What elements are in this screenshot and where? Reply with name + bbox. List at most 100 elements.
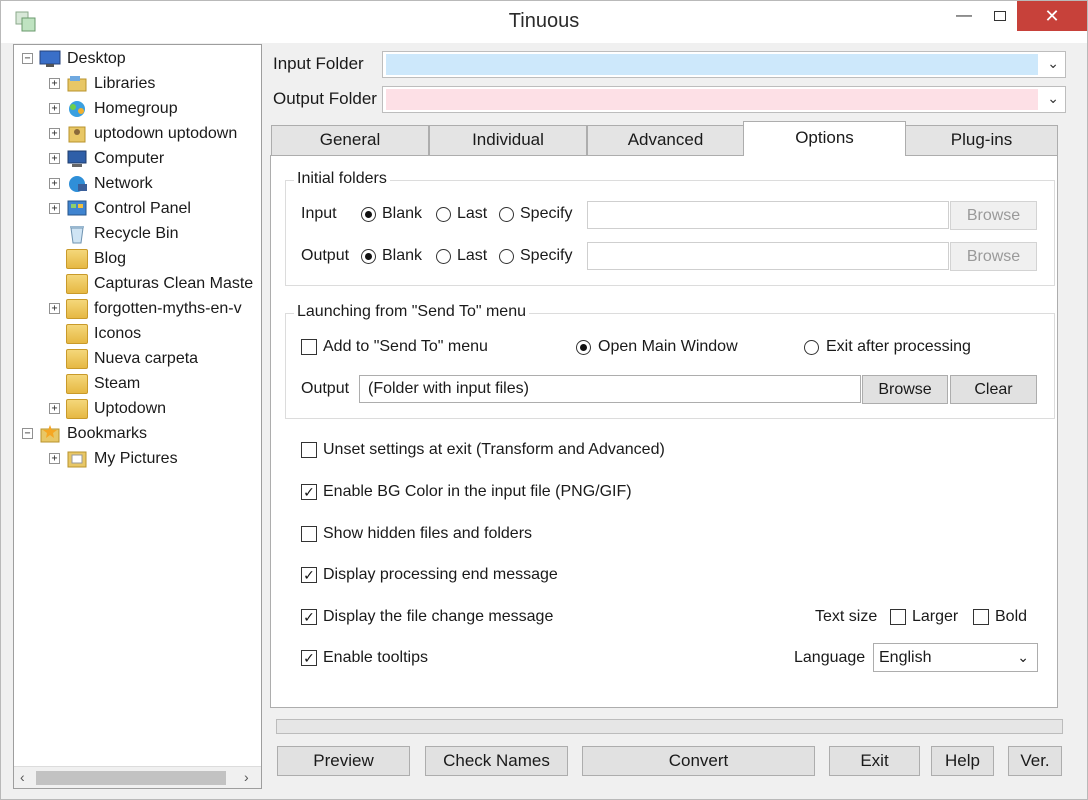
scroll-left-icon[interactable]: ‹ — [20, 769, 25, 785]
pictures-folder-icon — [67, 451, 87, 467]
convert-button[interactable]: Convert — [582, 746, 815, 776]
enable-bg-color-checkbox[interactable]: ✓ — [301, 484, 317, 500]
homegroup-icon — [69, 100, 85, 117]
send-to-browse-button[interactable]: Browse — [862, 375, 948, 404]
tree-item-steam[interactable]: Steam — [49, 371, 140, 396]
input-folder-combo[interactable]: ⌄ — [382, 51, 1066, 78]
tree-item-nueva-carpeta[interactable]: Nueva carpeta — [49, 346, 198, 371]
tree-item-uptodown[interactable]: + Uptodown — [49, 396, 166, 421]
collapse-icon[interactable]: − — [22, 53, 33, 64]
initial-input-path-field[interactable] — [587, 201, 949, 229]
folder-icon — [66, 298, 88, 319]
chevron-down-icon: ⌄ — [1017, 649, 1029, 665]
collapse-icon[interactable]: − — [22, 428, 33, 439]
radio-label: Blank — [382, 247, 423, 264]
initial-output-browse-button[interactable]: Browse — [950, 242, 1037, 271]
expand-icon[interactable]: + — [49, 103, 60, 114]
tree-item-my-pictures[interactable]: + My Pictures — [49, 446, 178, 471]
tree-item-recycle-bin[interactable]: Recycle Bin — [49, 221, 178, 246]
show-hidden-files-checkbox[interactable] — [301, 526, 317, 542]
tab-plug-ins[interactable]: Plug-ins — [905, 125, 1058, 155]
initial-output-blank-radio[interactable] — [361, 249, 376, 264]
tree-item-uptodown-user[interactable]: + uptodown uptodown — [49, 121, 237, 146]
initial-output-last-radio[interactable] — [436, 249, 451, 264]
help-button[interactable]: Help — [931, 746, 994, 776]
send-to-output-field[interactable]: (Folder with input files) — [359, 375, 861, 403]
exit-after-processing-radio[interactable] — [804, 340, 819, 355]
open-main-window-radio[interactable] — [576, 340, 591, 355]
tab-general[interactable]: General — [271, 125, 429, 155]
tree-item-homegroup[interactable]: + Homegroup — [49, 96, 178, 121]
initial-input-browse-button[interactable]: Browse — [950, 201, 1037, 230]
tab-options[interactable]: Options — [743, 121, 906, 156]
expand-icon[interactable]: + — [49, 178, 60, 189]
title-bar: Tinuous — ✕ — [1, 1, 1087, 43]
folder-tree[interactable]: − Desktop + Libraries + Homegroup + upto… — [13, 44, 262, 789]
unset-settings-checkbox[interactable] — [301, 442, 317, 458]
scrollbar-thumb[interactable] — [36, 771, 226, 785]
exit-button[interactable]: Exit — [829, 746, 920, 776]
add-send-to-checkbox[interactable] — [301, 339, 317, 355]
tree-item-forgotten-myths[interactable]: + forgotten-myths-en-v — [49, 296, 242, 321]
language-label: Language — [794, 649, 866, 666]
close-button[interactable]: ✕ — [1017, 1, 1087, 31]
expand-icon[interactable]: + — [49, 303, 60, 314]
radio-label: Specify — [520, 247, 573, 264]
output-folder-combo[interactable]: ⌄ — [382, 86, 1066, 113]
tree-horizontal-scrollbar[interactable]: ‹ › — [14, 766, 261, 788]
libraries-icon — [67, 75, 87, 91]
send-to-clear-button[interactable]: Clear — [950, 375, 1037, 404]
initial-folders-title: Initial folders — [294, 170, 390, 188]
folder-icon — [66, 348, 88, 369]
initial-output-path-field[interactable] — [587, 242, 949, 270]
tree-item-label: Uptodown — [94, 399, 167, 417]
tree-item-control-panel[interactable]: + Control Panel — [49, 196, 191, 221]
tree-item-libraries[interactable]: + Libraries — [49, 71, 155, 96]
tree-item-computer[interactable]: + Computer — [49, 146, 164, 171]
text-bold-checkbox[interactable] — [973, 609, 989, 625]
checkbox-label: Enable tooltips — [323, 649, 428, 666]
tab-advanced[interactable]: Advanced — [587, 125, 744, 155]
expand-icon[interactable]: + — [49, 203, 60, 214]
text-larger-checkbox[interactable] — [890, 609, 906, 625]
expand-icon[interactable]: + — [49, 403, 60, 414]
text-bold-label: Bold — [995, 608, 1028, 625]
enable-tooltips-checkbox[interactable]: ✓ — [301, 650, 317, 666]
scroll-right-icon[interactable]: › — [244, 769, 249, 785]
tree-item-blog[interactable]: Blog — [49, 246, 126, 271]
input-folder-label: Input Folder — [273, 54, 364, 73]
input-folder-field[interactable] — [386, 54, 1038, 75]
version-button[interactable]: Ver. — [1008, 746, 1062, 776]
initial-input-specify-radio[interactable] — [499, 207, 514, 222]
expand-icon[interactable]: + — [49, 128, 60, 139]
control-panel-icon — [67, 200, 87, 215]
initial-folders-group: Initial folders — [285, 170, 1055, 286]
tree-item-iconos[interactable]: Iconos — [49, 321, 141, 346]
output-folder-label: Output Folder — [273, 89, 377, 108]
preview-button[interactable]: Preview — [277, 746, 410, 776]
language-select[interactable]: English ⌄ — [873, 643, 1038, 672]
send-to-title: Launching from "Send To" menu — [294, 303, 529, 321]
display-end-message-checkbox[interactable]: ✓ — [301, 567, 317, 583]
radio-label: Last — [457, 247, 488, 264]
bookmarks-icon — [40, 424, 60, 442]
expand-icon[interactable]: + — [49, 453, 60, 464]
tree-item-capturas[interactable]: Capturas Clean Maste — [49, 271, 253, 296]
output-folder-field[interactable] — [386, 89, 1038, 110]
chevron-down-icon[interactable]: ⌄ — [1047, 90, 1059, 107]
tree-item-bookmarks[interactable]: − Bookmarks — [22, 421, 147, 446]
initial-output-specify-radio[interactable] — [499, 249, 514, 264]
expand-icon[interactable]: + — [49, 78, 60, 89]
tree-item-desktop[interactable]: − Desktop — [22, 46, 126, 71]
chevron-down-icon[interactable]: ⌄ — [1047, 55, 1059, 72]
add-send-to-label: Add to "Send To" menu — [323, 338, 488, 355]
check-names-button[interactable]: Check Names — [425, 746, 568, 776]
initial-input-last-radio[interactable] — [436, 207, 451, 222]
tree-item-network[interactable]: + Network — [49, 171, 153, 196]
tab-individual[interactable]: Individual — [429, 125, 587, 155]
app-window: Tinuous — ✕ − Desktop + Libraries + Home… — [0, 0, 1088, 800]
initial-input-blank-radio[interactable] — [361, 207, 376, 222]
expand-icon[interactable]: + — [49, 153, 60, 164]
display-file-change-checkbox[interactable]: ✓ — [301, 609, 317, 625]
initial-output-label: Output — [301, 247, 350, 264]
